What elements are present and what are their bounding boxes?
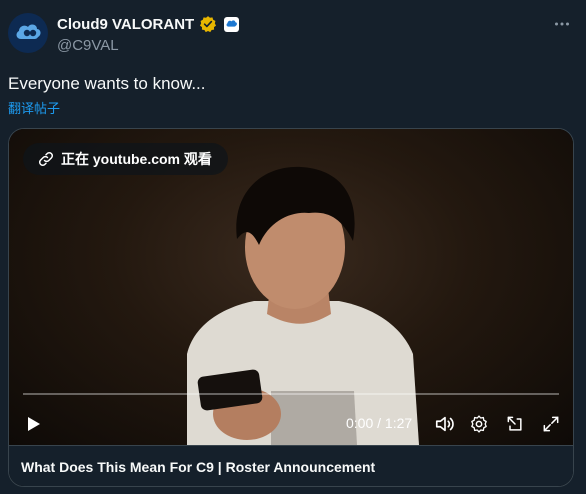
author-row: Cloud9 VALORANT — [57, 15, 240, 33]
avatar[interactable] — [8, 13, 48, 53]
volume-icon — [435, 416, 454, 432]
watch-on-youtube-link[interactable]: 正在 youtube.com 观看 — [23, 143, 228, 175]
watch-on-label: 正在 youtube.com 观看 — [61, 151, 212, 167]
video-frame — [187, 166, 419, 445]
cloud9-logo-icon — [16, 24, 41, 39]
pop-out-icon — [507, 416, 522, 431]
pop-out-button[interactable] — [501, 410, 529, 438]
verified-badge-icon — [200, 16, 217, 33]
fullscreen-icon — [543, 416, 559, 432]
settings-icon — [471, 415, 487, 433]
author-handle[interactable]: @C9VAL — [57, 37, 119, 54]
more-button[interactable] — [552, 14, 572, 34]
play-icon — [28, 417, 40, 431]
video-controls: 0:00 / 1:27 — [9, 408, 573, 440]
more-icon — [555, 22, 569, 26]
affiliate-badge-icon[interactable] — [224, 16, 240, 32]
progress-bar[interactable] — [23, 393, 559, 395]
video-player[interactable]: 正在 youtube.com 观看 0:00 / 1:27 — [9, 129, 573, 445]
video-card[interactable]: 正在 youtube.com 观看 0:00 / 1:27 What Does … — [8, 128, 574, 487]
volume-button[interactable] — [431, 410, 459, 438]
video-title[interactable]: What Does This Mean For C9 | Roster Anno… — [9, 445, 573, 486]
tweet-text: Everyone wants to know... — [8, 74, 206, 93]
translate-link[interactable]: 翻译帖子 — [8, 98, 60, 117]
play-button[interactable] — [19, 410, 47, 438]
settings-button[interactable] — [465, 410, 493, 438]
author-name[interactable]: Cloud9 VALORANT — [57, 16, 194, 33]
fullscreen-button[interactable] — [537, 410, 565, 438]
link-icon — [38, 151, 54, 167]
time-display: 0:00 / 1:27 — [346, 415, 413, 431]
